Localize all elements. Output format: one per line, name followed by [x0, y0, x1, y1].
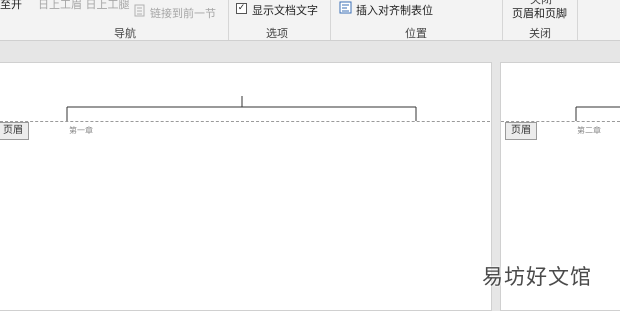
- group-separator: [228, 0, 229, 40]
- group-label-options: 选项: [266, 27, 288, 40]
- chapter-label-page-1: 第一章: [69, 126, 93, 135]
- group-separator: [502, 0, 503, 40]
- header-boundary-line: [0, 121, 490, 122]
- group-label-navigation: 导航: [114, 27, 136, 40]
- group-label-close: 关闭: [529, 27, 551, 40]
- show-document-text-label: 显示文档文字: [252, 4, 318, 17]
- header-tab-page-1[interactable]: 页眉: [0, 122, 29, 140]
- alignment-tab-icon: [339, 1, 352, 14]
- chapter-label-page-2: 第二章: [577, 126, 601, 135]
- show-document-text-checkbox[interactable]: ✓: [236, 3, 247, 14]
- close-header-footer-button[interactable]: 页眉和页脚: [512, 5, 567, 21]
- link-to-previous-icon: [134, 4, 145, 17]
- link-to-previous-button[interactable]: 链接到前一节: [150, 5, 216, 21]
- group-separator: [330, 0, 331, 40]
- ribbon-prev-next-partial[interactable]: 日上工眉 日上工腿: [38, 0, 130, 12]
- ribbon-partial-button-label[interactable]: 至开: [0, 0, 22, 12]
- group-separator: [577, 0, 578, 40]
- insert-alignment-tab-button[interactable]: 插入对齐制表位: [356, 2, 433, 18]
- watermark: 易坊好文馆: [482, 265, 592, 289]
- group-label-position: 位置: [405, 27, 427, 40]
- header-alignment-bracket: [66, 96, 417, 121]
- header-alignment-bracket: [575, 106, 620, 121]
- ribbon: 至开 日上工眉 日上工腿 链接到前一节 ✓ 显示文档文字 插入对齐制表位 关闭 …: [0, 0, 620, 41]
- header-tab-page-2[interactable]: 页眉: [505, 122, 537, 140]
